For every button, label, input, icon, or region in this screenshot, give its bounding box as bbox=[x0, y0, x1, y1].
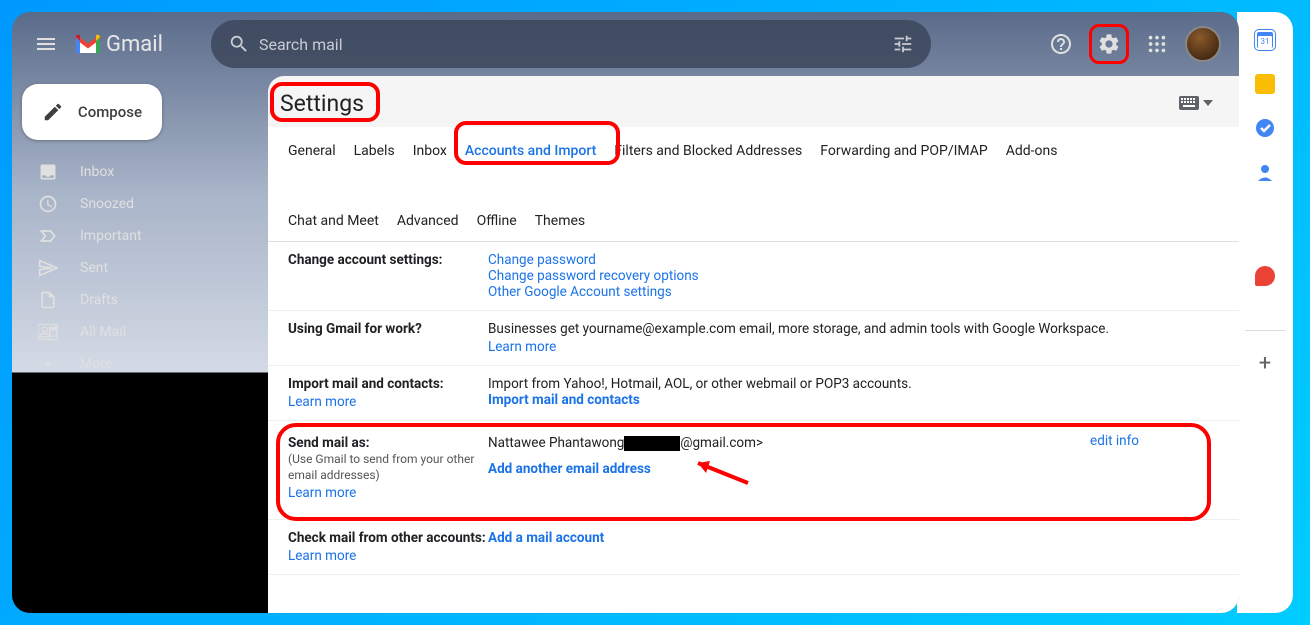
settings-button[interactable] bbox=[1089, 24, 1129, 64]
sidebar: Compose Inbox Snoozed Important Sent Dra… bbox=[12, 76, 268, 613]
tab-advanced[interactable]: Advanced bbox=[397, 207, 459, 241]
section-import: Import mail and contacts: Learn more Imp… bbox=[268, 366, 1239, 421]
section-check-mail: Check mail from other accounts: Learn mo… bbox=[268, 520, 1239, 575]
link-add-mail-account[interactable]: Add a mail account bbox=[488, 530, 604, 546]
link-learn-more[interactable]: Learn more bbox=[288, 394, 488, 410]
contacts-app-icon[interactable] bbox=[1255, 162, 1275, 182]
page-title: Settings bbox=[268, 76, 376, 127]
clock-icon bbox=[38, 194, 58, 214]
tab-general[interactable]: General bbox=[288, 137, 336, 171]
addon-app-icon[interactable] bbox=[1255, 266, 1275, 286]
annotation-arrow bbox=[688, 453, 758, 493]
draft-icon bbox=[38, 290, 58, 310]
link-other-settings[interactable]: Other Google Account settings bbox=[488, 284, 1219, 300]
tab-inbox[interactable]: Inbox bbox=[413, 137, 447, 171]
allmail-icon bbox=[38, 322, 58, 342]
gmail-logo[interactable]: Gmail bbox=[74, 32, 163, 57]
settings-tabs: General Labels Inbox Accounts and Import… bbox=[268, 127, 1239, 242]
apps-button[interactable] bbox=[1137, 24, 1177, 64]
sidebar-item-inbox[interactable]: Inbox bbox=[12, 156, 268, 188]
get-addons-button[interactable]: + bbox=[1245, 330, 1285, 376]
link-import-mail[interactable]: Import mail and contacts bbox=[488, 392, 640, 408]
link-recovery-options[interactable]: Change password recovery options bbox=[488, 268, 1219, 284]
tune-icon bbox=[892, 33, 914, 55]
tab-chat-meet[interactable]: Chat and Meet bbox=[288, 207, 379, 241]
input-tool-select[interactable] bbox=[1179, 96, 1213, 110]
tab-labels[interactable]: Labels bbox=[354, 137, 395, 171]
search-input[interactable] bbox=[259, 35, 883, 54]
tab-addons[interactable]: Add-ons bbox=[1006, 137, 1058, 171]
redacted-text bbox=[624, 436, 680, 451]
header-bar: Gmail bbox=[12, 12, 1239, 76]
search-options-button[interactable] bbox=[883, 33, 923, 55]
link-learn-more[interactable]: Learn more bbox=[488, 339, 1219, 355]
gmail-window: Gmail Comp bbox=[12, 12, 1239, 613]
settings-content: Change account settings: Change password… bbox=[268, 242, 1239, 613]
chevron-down-icon bbox=[38, 354, 58, 374]
sidebar-item-allmail[interactable]: All Mail bbox=[12, 316, 268, 348]
link-add-email[interactable]: Add another email address bbox=[488, 461, 651, 477]
compose-label: Compose bbox=[78, 103, 142, 121]
link-learn-more[interactable]: Learn more bbox=[288, 548, 488, 564]
tab-accounts-import[interactable]: Accounts and Import bbox=[465, 137, 596, 171]
tasks-app-icon[interactable] bbox=[1255, 118, 1275, 138]
calendar-app-icon[interactable] bbox=[1255, 30, 1275, 50]
account-avatar[interactable] bbox=[1185, 26, 1221, 62]
chevron-down-icon bbox=[1203, 100, 1213, 106]
tab-forwarding[interactable]: Forwarding and POP/IMAP bbox=[820, 137, 987, 171]
support-button[interactable] bbox=[1041, 24, 1081, 64]
apps-icon bbox=[1146, 33, 1168, 55]
main-menu-button[interactable] bbox=[22, 20, 70, 68]
search-icon bbox=[219, 33, 259, 55]
tab-filters[interactable]: Filters and Blocked Addresses bbox=[614, 137, 802, 171]
send-icon bbox=[38, 258, 58, 278]
sidebar-item-snoozed[interactable]: Snoozed bbox=[12, 188, 268, 220]
gmail-logo-text: Gmail bbox=[106, 32, 163, 57]
link-edit-info[interactable]: edit info bbox=[1090, 433, 1139, 449]
pencil-icon bbox=[42, 101, 64, 123]
settings-panel: Settings General Labels Inbox Accounts a… bbox=[268, 76, 1239, 613]
section-work: Using Gmail for work? Businesses get you… bbox=[268, 311, 1239, 366]
sidebar-item-important[interactable]: Important bbox=[12, 220, 268, 252]
compose-button[interactable]: Compose bbox=[22, 84, 162, 140]
sidebar-item-sent[interactable]: Sent bbox=[12, 252, 268, 284]
tab-themes[interactable]: Themes bbox=[535, 207, 585, 241]
keyboard-icon bbox=[1179, 96, 1199, 110]
link-change-password[interactable]: Change password bbox=[488, 252, 1219, 268]
header-actions bbox=[1041, 24, 1229, 64]
help-icon bbox=[1049, 32, 1073, 56]
inbox-icon bbox=[38, 162, 58, 182]
sidebar-item-drafts[interactable]: Drafts bbox=[12, 284, 268, 316]
google-side-panel: + bbox=[1237, 12, 1293, 613]
gear-icon bbox=[1097, 32, 1121, 56]
section-send-as: Send mail as: (Use Gmail to send from yo… bbox=[268, 421, 1239, 520]
important-icon bbox=[38, 226, 58, 246]
link-learn-more[interactable]: Learn more bbox=[288, 485, 488, 501]
tab-offline[interactable]: Offline bbox=[477, 207, 517, 241]
section-change-account: Change account settings: Change password… bbox=[268, 242, 1239, 311]
hamburger-icon bbox=[34, 32, 58, 56]
sidebar-item-more[interactable]: More bbox=[12, 348, 268, 380]
gmail-logo-icon bbox=[74, 33, 102, 55]
keep-app-icon[interactable] bbox=[1255, 74, 1275, 94]
search-bar[interactable] bbox=[211, 20, 931, 68]
